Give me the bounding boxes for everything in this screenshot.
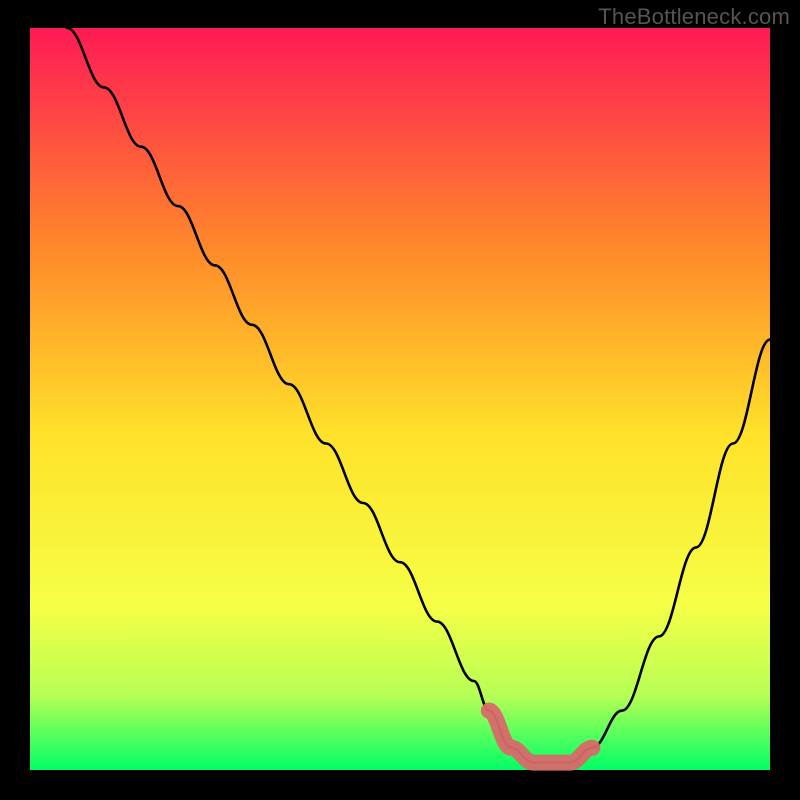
bottleneck-curve-chart xyxy=(0,0,800,800)
chart-frame: TheBottleneck.com xyxy=(0,0,800,800)
plot-background xyxy=(30,28,770,770)
attribution-text: TheBottleneck.com xyxy=(598,4,790,30)
